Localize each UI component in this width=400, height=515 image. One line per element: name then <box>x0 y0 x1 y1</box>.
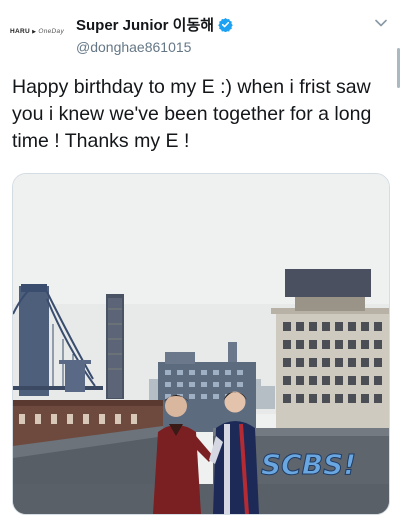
tweet-text: Happy birthday to my E :) when i frist s… <box>12 76 372 152</box>
avatar-logo: HARU ▶ OneDay <box>10 27 65 35</box>
verified-badge-icon <box>218 17 233 33</box>
display-name[interactable]: Super Junior 이동해 <box>76 14 214 35</box>
tweet-photo[interactable]: SCBS! <box>12 173 390 515</box>
author-name-row[interactable]: Super Junior 이동해 <box>76 14 233 35</box>
photo-illustration: SCBS! <box>13 174 389 514</box>
graffiti-text: SCBS! <box>261 448 356 481</box>
tweet-card: HARU ▶ OneDay Super Junior 이동해 @donghae8… <box>0 0 400 515</box>
chevron-down-icon[interactable] <box>374 16 388 30</box>
avatar[interactable]: HARU ▶ OneDay <box>10 16 68 46</box>
author-handle[interactable]: @donghae861015 <box>76 39 191 55</box>
